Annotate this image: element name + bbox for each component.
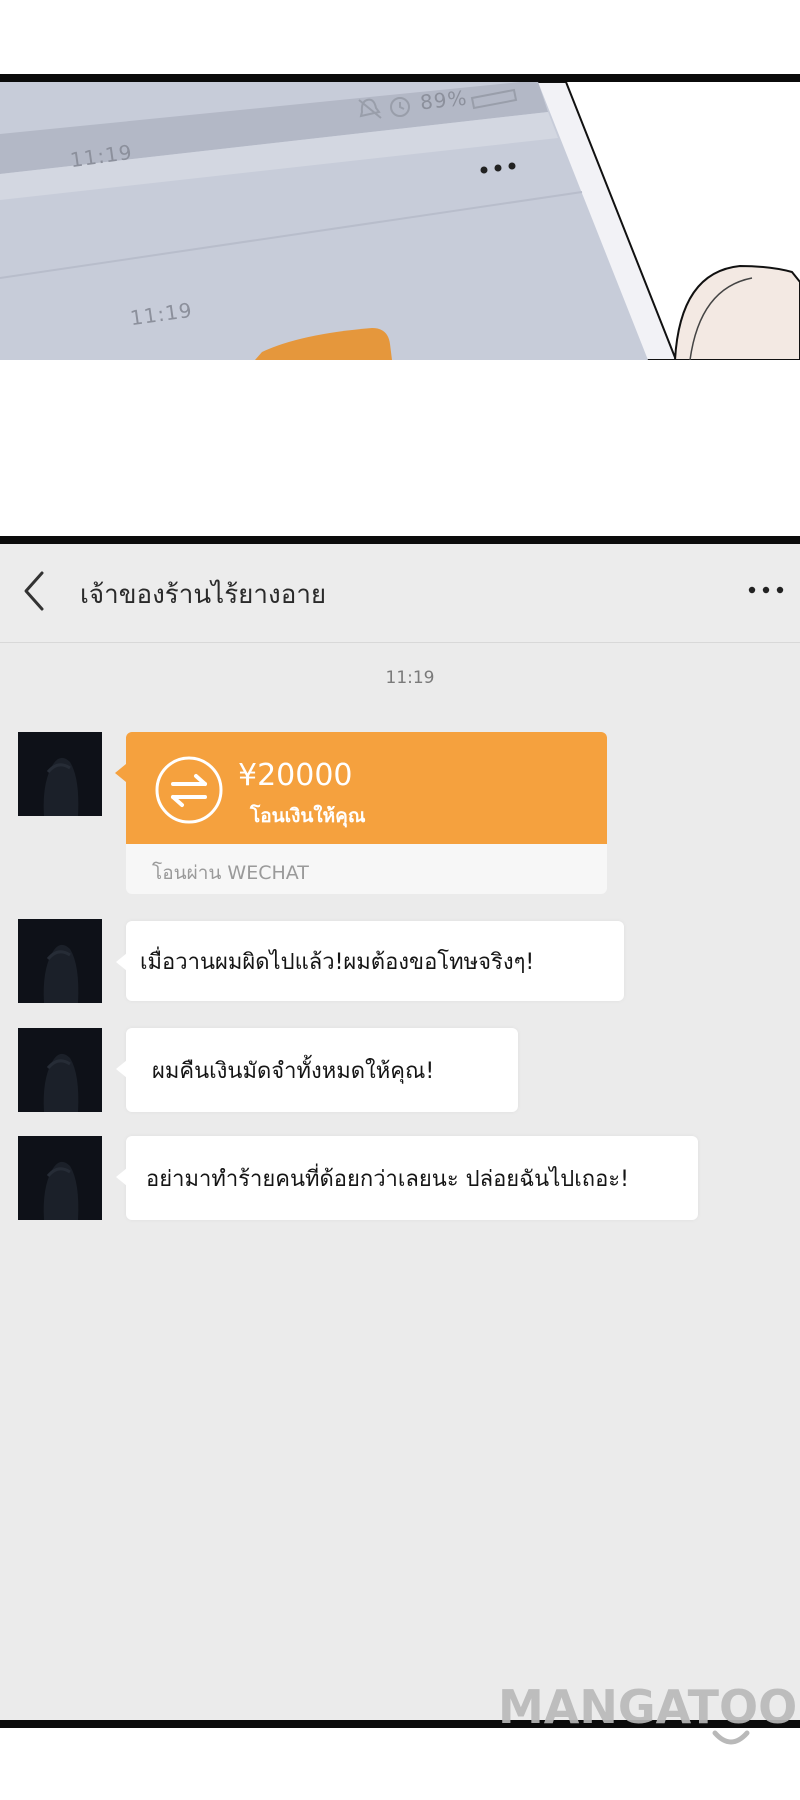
avatar-silhouette	[18, 1028, 102, 1112]
avatar[interactable]	[18, 1028, 102, 1112]
avatar-silhouette	[18, 919, 102, 1003]
phone-closeup-panel: 89% 11:19 11:19	[0, 82, 800, 360]
chat-bubble[interactable]: เมื่อวานผมผิดไปแล้ว!ผมต้องขอโทษจริงๆ!	[116, 921, 624, 1001]
back-button[interactable]	[14, 566, 60, 616]
phone-illustration	[0, 82, 800, 360]
chat-title: เจ้าของร้านไร้ยางอาย	[80, 580, 327, 610]
transfer-card-footer: โอนผ่าน WECHAT	[126, 844, 607, 894]
chat-bubble[interactable]: ผมคืนเงินมัดจำทั้งหมดให้คุณ!	[116, 1028, 518, 1112]
message-text: เมื่อวานผมผิดไปแล้ว!ผมต้องขอโทษจริงๆ!	[140, 949, 535, 975]
watermark-logo: MANGATOON	[498, 1680, 800, 1734]
mute-bell-icon	[358, 98, 382, 119]
chat-screen-panel: เจ้าของร้านไร้ยางอาย 11:19 ¥20000 โอนเงิ…	[0, 544, 800, 1720]
panel-1-top-border	[0, 74, 800, 82]
avatar[interactable]	[18, 1136, 102, 1220]
battery-percent: 89%	[418, 85, 469, 115]
message-text: ผมคืนเงินมัดจำทั้งหมดให้คุณ!	[152, 1058, 435, 1084]
avatar[interactable]	[18, 919, 102, 1003]
manga-page: 89% 11:19 11:19 เจ้าของร้านไร้ยางอาย 11:…	[0, 0, 800, 1800]
chevron-left-icon	[24, 571, 44, 611]
transfer-note: โอนเงินให้คุณ	[250, 805, 366, 827]
transfer-message-card[interactable]: ¥20000 โอนเงินให้คุณ โอนผ่าน WECHAT	[115, 732, 607, 894]
transfer-amount: ¥20000	[238, 758, 353, 793]
panel-2-top-border	[0, 536, 800, 544]
watermark-smile-icon	[712, 1730, 750, 1745]
message-text: อย่ามาทำร้ายคนที่ด้อยกว่าเลยนะ ปล่อยฉันไ…	[146, 1166, 629, 1192]
avatar-silhouette	[18, 732, 102, 816]
transfer-bubble-tail	[115, 764, 126, 782]
chat-header: เจ้าของร้านไร้ยางอาย	[0, 544, 800, 643]
avatar[interactable]	[18, 732, 102, 816]
alarm-clock-icon	[390, 97, 410, 117]
transfer-source: โอนผ่าน WECHAT	[152, 862, 309, 884]
transfer-arrows-icon	[155, 756, 223, 824]
battery-icon	[470, 88, 518, 110]
chat-bubble[interactable]: อย่ามาทำร้ายคนที่ด้อยกว่าเลยนะ ปล่อยฉันไ…	[116, 1136, 698, 1220]
more-options-button[interactable]	[740, 572, 794, 608]
message-timestamp: 11:19	[385, 668, 435, 688]
more-dots-icon	[748, 586, 784, 594]
avatar-silhouette	[18, 1136, 102, 1220]
